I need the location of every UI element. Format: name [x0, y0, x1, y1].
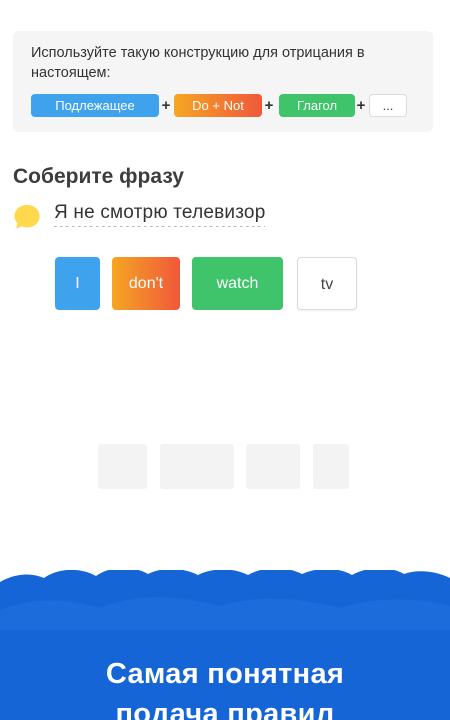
promo-line-2: подача правил — [115, 698, 335, 720]
word-card-tv[interactable]: tv — [297, 257, 357, 310]
formula-chip-verb: Глагол — [279, 94, 355, 117]
formula-chip-do-not: Do + Not — [174, 94, 262, 117]
formula-chip-ellipsis: ... — [369, 94, 407, 117]
speech-bubble-icon[interactable] — [13, 203, 41, 231]
promo-banner: Самая понятная подача правил — [0, 570, 450, 720]
plus-sign: + — [161, 97, 171, 114]
formula-row: Подлежащее + Do + Not + Глагол + ... — [31, 94, 431, 117]
plus-sign: + — [356, 97, 366, 114]
answer-slot[interactable] — [313, 444, 349, 489]
phrase-to-translate[interactable]: Я не смотрю телевизор — [54, 202, 266, 227]
word-card-dont[interactable]: don't — [112, 257, 180, 310]
hint-text: Используйте такую конструкцию для отрица… — [31, 45, 365, 81]
plus-sign: + — [264, 97, 274, 114]
answer-slot[interactable] — [246, 444, 300, 489]
answer-slot[interactable] — [160, 444, 234, 489]
answer-slot[interactable] — [98, 444, 147, 489]
word-card-i[interactable]: I — [55, 257, 100, 310]
word-card-watch[interactable]: watch — [192, 257, 283, 310]
grammar-hint-card: Используйте такую конструкцию для отрица… — [13, 31, 433, 132]
promo-line-1: Самая понятная — [105, 658, 345, 690]
formula-chip-subject: Подлежащее — [31, 94, 159, 117]
exercise-title: Соберите фразу — [13, 165, 184, 188]
